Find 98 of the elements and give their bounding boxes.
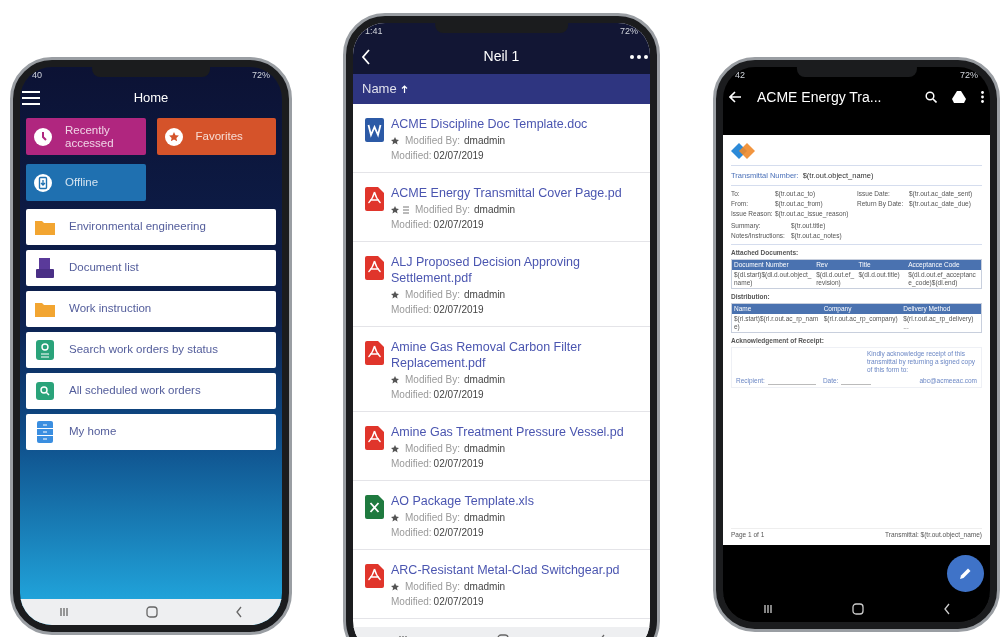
date-line [841, 384, 872, 386]
home-list-item[interactable]: My home [26, 414, 276, 450]
modified-by-value: dmadmin [464, 511, 506, 525]
pdf-file-icon [365, 256, 384, 280]
pdf-file-icon [365, 564, 384, 588]
file-row[interactable]: ARC-Resistant Metal-Clad Switchgear.pd Modified By: dmadmin Modified: 02/07/2019 [353, 550, 650, 619]
modified-by-value: dmadmin [464, 288, 506, 302]
modified-by-value: dmadmin [464, 442, 506, 456]
screen-title: Home [133, 89, 169, 108]
file-name: Amine Gas Treatment Pressure Vessel.pd [391, 424, 624, 440]
modified-by-label: Modified By: [405, 288, 461, 302]
shortcut-tile[interactable]: Offline [26, 164, 146, 201]
star-icon [391, 514, 399, 522]
home-list-item[interactable]: All scheduled work orders [26, 373, 276, 409]
signature-line [767, 384, 816, 386]
sort-name-button[interactable]: Name [362, 79, 408, 99]
file-row[interactable]: Amine Gas Treatment Pressure Vessel.pd Modified By: dmadmin Modified: 02/07/2019 [353, 412, 650, 481]
screen-title: Neil 1 [483, 47, 520, 66]
excel-file-icon [365, 495, 384, 519]
folder-icon [35, 301, 55, 317]
modified-label: Modified: [391, 526, 432, 540]
modified-value: 02/07/2019 [433, 149, 484, 163]
modified-by-label: Modified By: [405, 373, 461, 387]
recent-apps-icon[interactable] [58, 607, 69, 617]
back-arrow-icon[interactable] [729, 91, 742, 103]
modified-value: 02/07/2019 [433, 457, 484, 471]
modified-label: Modified: [391, 303, 432, 317]
file-name: Amine Gas Removal Carbon Filter Replacement.pdf [391, 339, 583, 371]
modified-value: 02/07/2019 [433, 303, 484, 317]
cabinet-icon [37, 421, 53, 443]
more-vertical-icon[interactable] [981, 91, 984, 103]
document-tray-icon [36, 258, 54, 278]
star-icon [391, 291, 399, 299]
battery-level: 72% [960, 70, 978, 80]
shortcut-tile[interactable]: Recently accessed [26, 118, 146, 155]
word-file-icon [365, 118, 384, 142]
file-name: ALJ Proposed Decision Approving Settlement.pdf [391, 254, 581, 286]
modified-value: 02/07/2019 [433, 218, 484, 232]
home-list-item[interactable]: Search work orders by status [26, 332, 276, 368]
modified-value: 02/07/2019 [433, 388, 484, 402]
search-icon [36, 382, 54, 400]
file-row[interactable]: ACME Discipline Doc Template.doc Modified By: dmadmin Modified: 02/07/2019 [353, 104, 650, 173]
file-row[interactable]: AO Package Template.xls Modified By: dmadmin Modified: 02/07/2019 [353, 481, 650, 550]
file-row[interactable]: ACME Energy Transmittal Cover Page.pd Modified By: dmadmin Modified: 02/07/2019 [353, 173, 650, 242]
sort-arrow-up-icon [400, 85, 408, 93]
recent-apps-icon[interactable] [762, 604, 773, 614]
home-list-item[interactable]: Work instruction [26, 291, 276, 327]
search-list-icon [36, 340, 54, 360]
triangle-logo-icon[interactable] [952, 91, 966, 103]
modified-by-value: dmadmin [464, 580, 506, 594]
modified-value: 02/07/2019 [433, 595, 484, 609]
status-time: 42 [735, 70, 745, 80]
diamond-logo-icon [731, 141, 755, 161]
file-name: ACME Discipline Doc Template.doc [391, 116, 588, 132]
folder-icon [35, 219, 55, 235]
back-icon[interactable] [942, 603, 951, 615]
star-icon [391, 206, 399, 214]
modified-by-value: dmadmin [464, 134, 506, 148]
battery-level: 72% [252, 70, 270, 80]
status-time: 1:41 [365, 26, 383, 36]
modified-label: Modified: [391, 218, 432, 232]
more-dots-icon[interactable] [630, 54, 648, 59]
modified-value: 02/07/2019 [433, 526, 484, 540]
file-name: AO Package Template.xls [391, 493, 534, 509]
search-icon[interactable] [925, 91, 937, 103]
home-list-item[interactable]: Document list [26, 250, 276, 286]
file-row[interactable]: Amine Gas Removal Carbon Filter Replacement.pdf Modified By: dmadmin Modified: 02/07/2019 [353, 327, 650, 412]
star-icon [391, 376, 399, 384]
pdf-file-icon [365, 426, 384, 450]
pencil-icon [959, 567, 972, 580]
star-icon [391, 445, 399, 453]
modified-label: Modified: [391, 388, 432, 402]
star-icon [391, 137, 399, 145]
phone-download-icon [33, 172, 53, 193]
file-name: ARC-Resistant Metal-Clad Switchgear.pd [391, 562, 620, 578]
menu-icon[interactable] [22, 91, 40, 105]
back-chevron-icon[interactable] [361, 48, 371, 65]
file-row[interactable]: ALJ Proposed Decision Approving Settlement.pdf Modified By: dmadmin Modified: 02/07/2019 [353, 242, 650, 327]
modified-label: Modified: [391, 149, 432, 163]
edit-fab[interactable] [947, 555, 984, 592]
modified-by-label: Modified By: [405, 580, 461, 594]
modified-by-label: Modified By: [405, 442, 461, 456]
modified-label: Modified: [391, 457, 432, 471]
star-icon [391, 583, 399, 591]
clock-icon [33, 126, 53, 147]
battery-level: 72% [620, 26, 638, 36]
pdf-file-icon [365, 341, 384, 365]
modified-by-value: dmadmin [464, 373, 506, 387]
modified-label: Modified: [391, 595, 432, 609]
status-time: 40 [32, 70, 42, 80]
document-title: ACME Energy Tra... [757, 87, 883, 107]
file-name: ACME Energy Transmittal Cover Page.pd [391, 185, 622, 201]
pdf-file-icon [365, 187, 384, 211]
modified-by-value: dmadmin [474, 203, 516, 217]
modified-by-label: Modified By: [405, 134, 461, 148]
home-list-item[interactable]: Environmental engineering [26, 209, 276, 245]
modified-by-label: Modified By: [405, 511, 461, 525]
modified-by-label: Modified By: [415, 203, 471, 217]
